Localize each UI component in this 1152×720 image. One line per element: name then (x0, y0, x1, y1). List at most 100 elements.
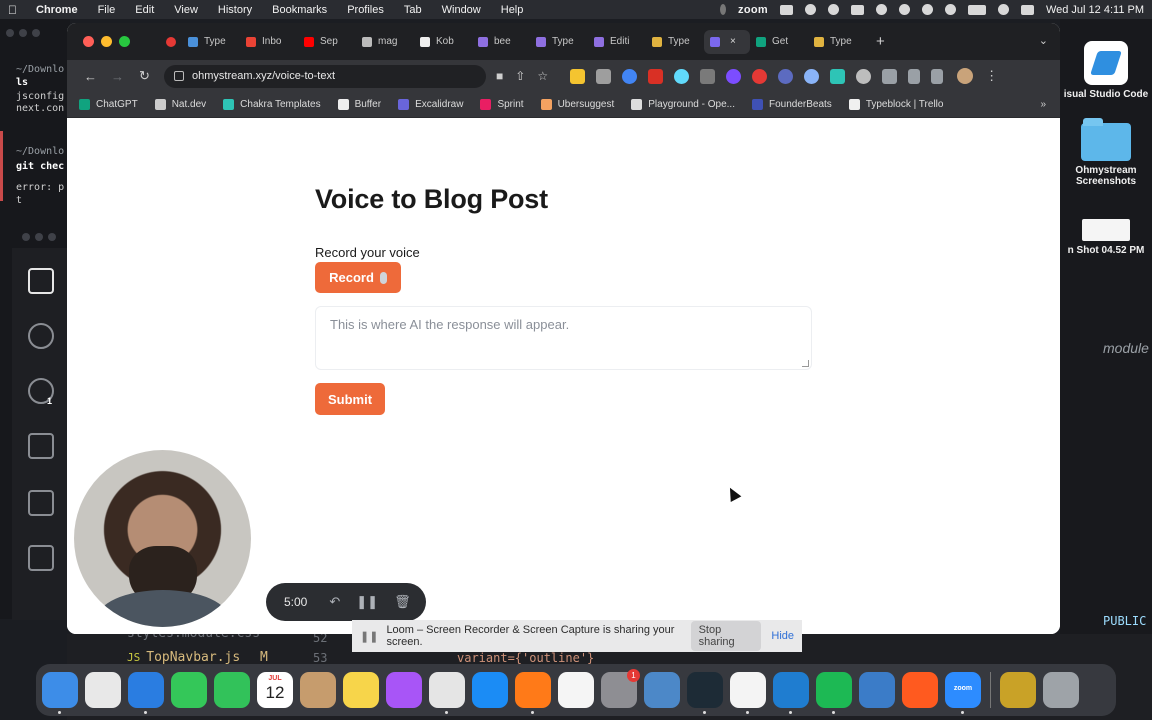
record-button[interactable]: Record (315, 262, 401, 293)
search-icon[interactable] (28, 323, 54, 349)
apple-icon[interactable]:  (8, 3, 22, 17)
grammar-extension-icon[interactable] (596, 68, 612, 84)
folder-extension-icon[interactable] (570, 68, 586, 84)
menu-edit[interactable]: Edit (135, 4, 154, 16)
play-icon[interactable] (944, 4, 956, 15)
menu-profiles[interactable]: Profiles (347, 4, 384, 16)
bookmark-item[interactable]: Nat.dev (154, 99, 206, 110)
dock-tableplus-icon[interactable] (859, 672, 895, 708)
browser-tab[interactable]: Type (530, 30, 588, 54)
dock-affinity-icon[interactable] (902, 672, 938, 708)
chat-extension-icon[interactable] (804, 68, 820, 84)
bookmark-item[interactable]: Excalidraw (398, 99, 463, 110)
microphone-icon[interactable] (720, 4, 727, 15)
bookmark-item[interactable]: Playground - Ope... (631, 99, 735, 110)
menu-file[interactable]: File (98, 4, 116, 16)
bookmark-item[interactable]: Typeblock | Trello (848, 99, 943, 110)
more-options-icon[interactable]: ⋮ (985, 68, 998, 84)
search-icon[interactable] (997, 4, 1009, 15)
browser-tab[interactable]: Type (646, 30, 704, 54)
weather-icon[interactable] (875, 4, 887, 15)
reload-button[interactable]: ↻ (131, 68, 158, 84)
bookmark-item[interactable]: Ubersuggest (540, 99, 614, 110)
explorer-icon[interactable] (28, 268, 54, 294)
wifi-icon[interactable] (921, 4, 933, 15)
menu-bookmarks[interactable]: Bookmarks (272, 4, 327, 16)
menu-help[interactable]: Help (501, 4, 524, 16)
desktop-icon-vscode[interactable]: isual Studio Code (1060, 41, 1152, 100)
bookmark-item[interactable]: FounderBeats (751, 99, 832, 110)
dock-chrome-icon[interactable] (429, 672, 465, 714)
dock-zoom-icon[interactable]: zoom (945, 672, 981, 714)
menu-window[interactable]: Window (442, 4, 481, 16)
tab-pinned[interactable] (160, 30, 182, 54)
menu-datetime[interactable]: Wed Jul 12 4:11 PM (1046, 4, 1144, 16)
address-bar[interactable]: ohmystream.xyz/voice-to-text (164, 64, 486, 88)
color-extension-icon[interactable] (622, 68, 638, 84)
menu-tab[interactable]: Tab (404, 4, 422, 16)
more-bookmarks-icon[interactable]: » (1040, 99, 1046, 110)
side-panel-icon[interactable] (931, 68, 944, 84)
extensions-icon[interactable] (28, 545, 54, 571)
close-tab-icon[interactable]: × (730, 36, 736, 47)
wd-icon[interactable] (779, 4, 793, 15)
dock-calendar-icon[interactable]: JUL 12 (257, 672, 293, 708)
trash-icon[interactable]: 🗑 (394, 594, 411, 610)
shield-extension-icon[interactable] (752, 68, 768, 84)
control-center-icon[interactable] (1020, 4, 1034, 15)
site-info-icon[interactable] (174, 71, 184, 81)
dock-trash-icon[interactable] (1043, 672, 1079, 708)
loom-webcam-bubble[interactable] (74, 450, 251, 627)
forward-button[interactable]: → (104, 69, 131, 84)
dock-firefox-icon[interactable] (515, 672, 551, 714)
remote-explorer-icon[interactable] (28, 490, 54, 516)
dock-notes-icon[interactable] (343, 672, 379, 708)
browser-tab[interactable]: Sep (298, 30, 356, 54)
cloud-extension-icon[interactable] (856, 68, 872, 84)
camera-icon[interactable]: ■ (496, 69, 503, 83)
desktop-icon-screenshots-folder[interactable]: Ohmystream Screenshots (1060, 118, 1152, 187)
react-devtools-icon[interactable] (674, 68, 690, 84)
browser-tab[interactable]: mag (356, 30, 414, 54)
menu-app-name[interactable]: Chrome (36, 4, 78, 16)
dock-slack-icon[interactable] (730, 672, 766, 714)
tab-search-chevron-icon[interactable]: ⌄ (1039, 34, 1048, 47)
browser-tab[interactable]: bee (472, 30, 530, 54)
stop-sharing-button[interactable]: Stop sharing (690, 621, 762, 651)
gear-extension-icon[interactable] (778, 68, 794, 84)
undo-icon[interactable]: ↶ (329, 594, 340, 610)
browser-tab[interactable]: Type (808, 30, 866, 54)
dock-spotify-icon[interactable] (816, 672, 852, 714)
record-icon[interactable] (804, 4, 816, 15)
browser-tab[interactable]: New× (704, 29, 750, 54)
submit-button[interactable]: Submit (315, 383, 385, 415)
dock-messages-icon[interactable] (171, 672, 207, 708)
browser-tab[interactable]: Inbo (240, 30, 298, 54)
dock-archive-icon[interactable] (1000, 672, 1036, 708)
notification-extension-icon[interactable] (726, 68, 742, 84)
drag-handle-icon[interactable]: ❚❚ (360, 630, 378, 643)
browser-tab[interactable]: Editi (588, 30, 646, 54)
pin-icon[interactable] (898, 4, 910, 15)
menu-history[interactable]: History (218, 4, 252, 16)
dock-launchpad-icon[interactable] (85, 672, 121, 708)
menu-icon[interactable] (850, 4, 864, 15)
editor-file-entry[interactable]: JS TopNavbar.js M (127, 650, 268, 665)
desktop-icon-screenshot[interactable]: n Shot 04.52 PM (1060, 219, 1152, 256)
bookmark-item[interactable]: Chakra Templates (223, 99, 321, 110)
dock-reminders-icon[interactable] (558, 672, 594, 708)
dock-cursor-icon[interactable] (687, 672, 723, 714)
share-icon[interactable]: ⇧ (515, 69, 525, 83)
pause-icon[interactable]: ❚❚ (356, 594, 378, 610)
new-tab-button[interactable]: + (876, 33, 885, 50)
bookmark-star-icon[interactable]: ☆ (537, 69, 548, 83)
browser-tab[interactable]: Get (750, 30, 808, 54)
dock-finder-icon[interactable] (42, 672, 78, 714)
run-debug-icon[interactable] (28, 433, 54, 459)
resize-handle-icon[interactable] (802, 360, 809, 367)
dock-app-store-icon[interactable] (472, 672, 508, 708)
dock-safari-icon[interactable] (128, 672, 164, 714)
response-textarea[interactable]: This is where AI the response will appea… (315, 306, 812, 370)
playlist-icon[interactable] (908, 68, 921, 84)
dock-elephant-icon[interactable] (644, 672, 680, 708)
